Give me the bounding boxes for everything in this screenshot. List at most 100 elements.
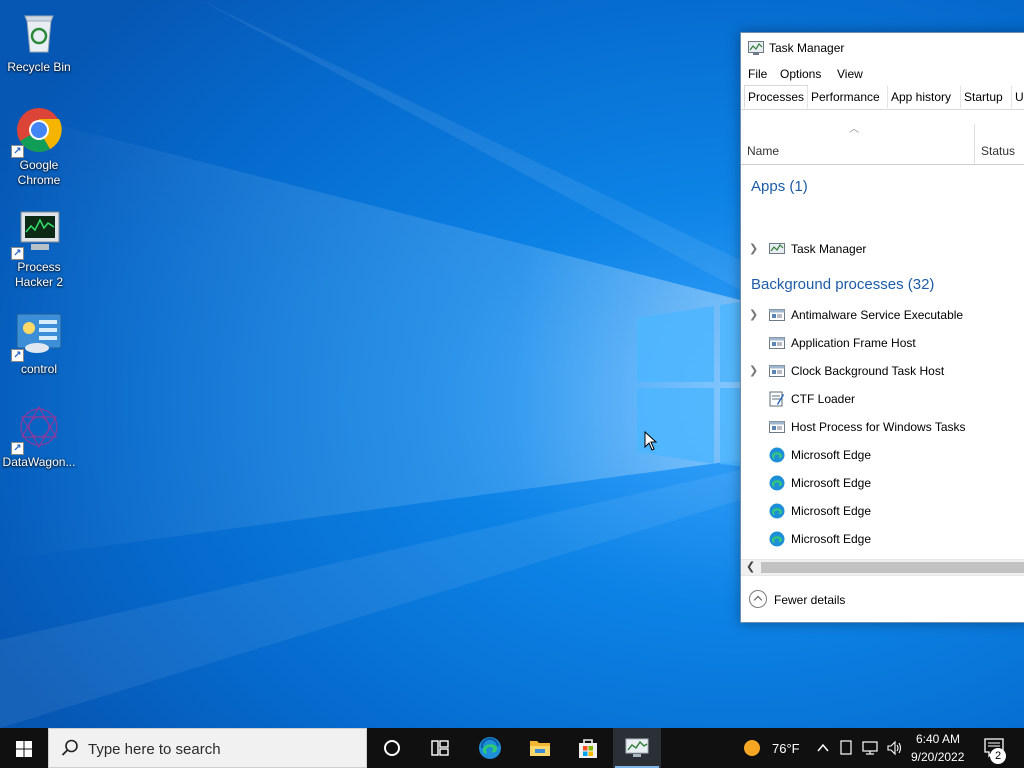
process-row[interactable]: Microsoft Edge [741,497,1024,525]
edge-icon [769,531,785,547]
edge-icon [769,447,785,463]
process-name: CTF Loader [791,392,856,406]
file-explorer-icon [530,741,550,756]
desktop-icon-label: Recycle Bin [7,60,71,74]
tab-app-history[interactable]: App history [887,86,954,108]
search-input[interactable]: Type here to search [48,728,367,768]
clock-date[interactable]: 9/20/2022 [911,750,964,764]
chevron-up-circle-icon[interactable] [749,590,767,608]
desktop-icon-control[interactable]: ↗ control [0,310,78,377]
chevron-right-icon[interactable]: ❯ [749,242,758,255]
process-row[interactable]: Microsoft Edge [741,525,1024,553]
sun-icon[interactable] [743,739,761,762]
desktop-icon-google-chrome[interactable]: ↗ Google Chrome [0,106,78,188]
shortcut-arrow-icon: ↗ [11,145,24,158]
process-name: Task Manager [791,242,867,256]
chrome-icon: ↗ [11,106,63,158]
task-manager-icon [769,241,785,257]
clock-time[interactable]: 6:40 AM [916,732,960,746]
chevron-up-icon[interactable] [816,741,830,759]
chevron-right-icon[interactable]: ❯ [749,308,758,321]
process-hacker-icon: ↗ [11,208,63,260]
search-placeholder: Type here to search [88,741,221,758]
mouse-cursor-icon [644,430,658,456]
task-view-button[interactable] [416,728,464,768]
window-title: Task Manager [769,41,845,55]
taskbar-microsoft-store[interactable] [564,728,612,768]
recycle-bin-icon [15,8,63,56]
task-manager-window[interactable]: Task Manager File Options View Processes… [740,32,1024,623]
service-window-icon [769,363,785,379]
shortcut-arrow-icon: ↗ [11,442,24,455]
process-list[interactable]: Apps (1) ❯ Task Manager Background proce… [741,165,1024,559]
process-name: Antimalware Service Executable [791,308,964,322]
task-manager-icon [748,41,764,60]
process-row[interactable]: ❯ Clock Background Task Host [741,357,1024,385]
tab-startup[interactable]: Startup [960,86,1006,108]
chevron-right-icon[interactable]: ❯ [749,364,758,377]
weather-temperature[interactable]: 76°F [772,741,800,756]
menu-file[interactable]: File [748,67,767,81]
service-window-icon [769,307,785,323]
shortcut-arrow-icon: ↗ [11,349,24,362]
tab-users[interactable]: Us [1011,86,1024,108]
footer-bar: Fewer details [741,575,1024,622]
process-row[interactable]: Microsoft Edge [741,469,1024,497]
search-icon [61,739,79,762]
process-row[interactable]: ❯ Antimalware Service Executable [741,301,1024,329]
start-button[interactable] [0,728,48,768]
desktop-icon-process-hacker[interactable]: ↗ Process Hacker 2 [0,208,78,290]
scroll-left-icon[interactable]: ❮ [746,560,755,573]
background-group-header: Background processes (32) [751,276,935,293]
taskbar: Type here to search 76°F 6:40 AM 9/20/20… [0,728,1024,768]
column-divider[interactable] [974,124,975,164]
column-name[interactable]: Name [747,144,779,158]
windows-logo-icon [16,741,32,762]
desktop-icon-label: Google Chrome [17,158,61,187]
fewer-details-link[interactable]: Fewer details [774,593,845,607]
process-row[interactable]: Microsoft Edge [741,441,1024,469]
menu-options[interactable]: Options [780,67,821,81]
process-name: Microsoft Edge [791,448,872,462]
process-row[interactable]: CTF Loader [741,385,1024,413]
network-icon[interactable] [862,740,880,761]
volume-icon[interactable] [886,740,904,761]
column-status[interactable]: Status [981,144,1015,158]
sort-ascending-icon: ︿ [849,124,859,135]
window-titlebar[interactable]: Task Manager [741,33,1024,63]
taskbar-task-manager[interactable] [613,728,661,768]
process-row[interactable]: Host Process for Windows Tasks [741,413,1024,441]
edge-icon [769,475,785,491]
shortcut-arrow-icon: ↗ [11,247,24,260]
control-panel-icon: ↗ [11,310,63,362]
tab-strip: Processes Performance App history Startu… [741,85,1024,110]
horizontal-scrollbar[interactable]: ❮ [741,559,1024,575]
service-window-icon [769,335,785,351]
tab-processes[interactable]: Processes [744,85,809,109]
column-header: ︿ Name Status [741,110,1024,165]
task-view-icon [431,740,449,756]
taskbar-edge[interactable] [466,728,514,768]
notification-count-badge: 2 [990,748,1006,764]
menu-view[interactable]: View [837,67,863,81]
menu-bar: File Options View [741,63,1024,85]
microsoft-store-icon [579,739,597,758]
edge-icon [479,737,501,759]
tablet-icon[interactable] [840,740,852,761]
desktop-icon-recycle-bin[interactable]: Recycle Bin [0,8,78,75]
desktop-icon-datawagon[interactable]: ↗ DataWagon... [0,403,78,470]
service-window-icon [769,419,785,435]
task-manager-icon [625,738,649,757]
tab-performance[interactable]: Performance [807,86,883,108]
datawagon-icon: ↗ [11,403,63,455]
process-name: Microsoft Edge [791,532,872,546]
taskbar-file-explorer[interactable] [516,728,564,768]
process-name: Clock Background Task Host [791,364,945,378]
cortana-button[interactable] [368,728,416,768]
cortana-icon [384,740,400,756]
process-row[interactable]: Application Frame Host [741,329,1024,357]
scrollbar-thumb[interactable] [761,562,1024,573]
process-name: Microsoft Edge [791,476,872,490]
process-row[interactable]: ❯ Task Manager [741,235,1024,263]
desktop-icon-label: control [20,362,58,376]
